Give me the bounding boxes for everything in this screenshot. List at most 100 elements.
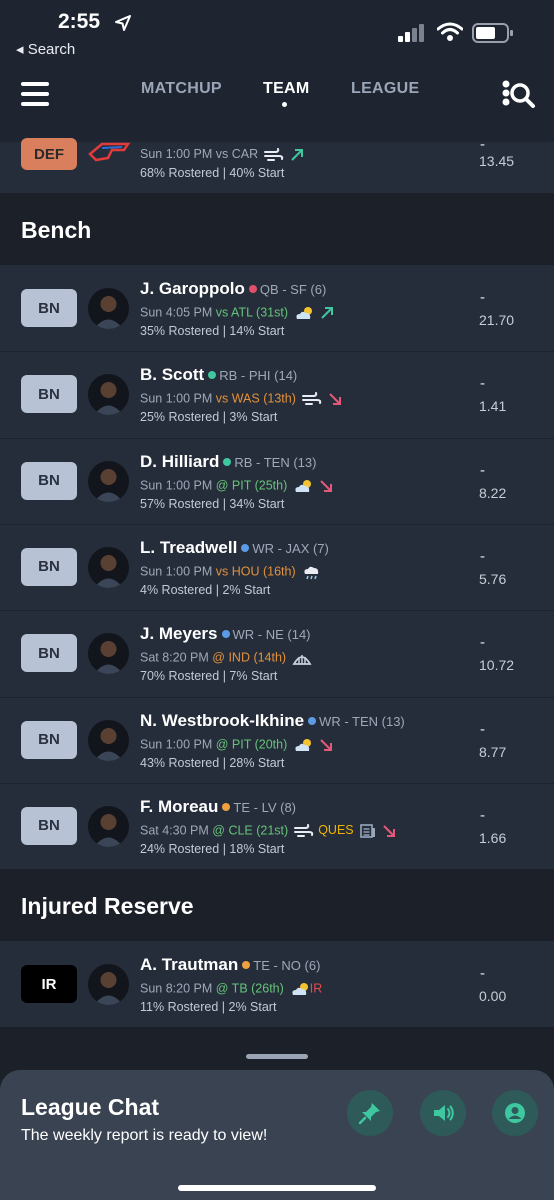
- slot-badge[interactable]: BN: [21, 806, 77, 845]
- profile-button[interactable]: [492, 1090, 538, 1136]
- tab-matchup[interactable]: MATCHUP: [141, 80, 222, 98]
- menu-icon[interactable]: [21, 82, 49, 106]
- row-divider: [0, 437, 554, 439]
- game-time: Sun 8:20 PM: [140, 981, 213, 996]
- position-team: TE - LV (8): [233, 799, 297, 815]
- player-score: 13.45: [479, 153, 515, 169]
- section-title-injured-reserve: Injured Reserve: [21, 893, 194, 919]
- player-name-text: B. Scott: [140, 365, 205, 385]
- league-chat-panel[interactable]: League Chat The weekly report is ready t…: [0, 1070, 554, 1200]
- player-search-icon[interactable]: [500, 78, 536, 114]
- player-avatar[interactable]: [88, 546, 129, 588]
- slot-badge[interactable]: IR: [21, 965, 77, 1003]
- player-row[interactable]: BN F. Moreau TE - LV (8) Sat 4:30 PM @ CLE …: [0, 782, 554, 869]
- roster-stats: 70% Rostered | 7% Start: [140, 669, 278, 684]
- roster-stats: 11% Rostered | 2% Start: [140, 1000, 277, 1014]
- rostered-pct: 57% Rostered: [140, 496, 220, 511]
- game-info: Sun 8:20 PM @ TB (26th) IR: [140, 981, 322, 997]
- projection-dash: -: [480, 806, 485, 824]
- opponent-rank: @ CLE (21st): [212, 823, 289, 838]
- player-avatar[interactable]: [88, 288, 129, 329]
- wind-icon: [301, 392, 322, 406]
- slot-badge[interactable]: BN: [21, 547, 77, 586]
- rostered-pct: 43% Rostered: [140, 755, 220, 770]
- status-bar: 2:55 ◂ Search: [0, 0, 554, 68]
- player-avatar[interactable]: [88, 719, 129, 761]
- player-row[interactable]: BN L. Treadwell WR - JAX (7) Sun 1:00 PM vs…: [0, 523, 554, 610]
- player-avatar[interactable]: [88, 964, 129, 1005]
- player-row[interactable]: BN N. Westbrook-Ikhine WR - TEN (13) Sun 1:…: [0, 696, 554, 783]
- chat-drag-handle[interactable]: [246, 1054, 308, 1059]
- projection-dash: -: [480, 461, 485, 479]
- player-score: 8.22: [479, 484, 507, 501]
- player-name[interactable]: D. Hilliard RB - TEN (13): [140, 452, 316, 472]
- slot-badge[interactable]: BN: [21, 634, 77, 673]
- player-name[interactable]: J. Garoppolo QB - SF (6): [140, 279, 326, 299]
- start-pct: 7% Start: [229, 669, 278, 684]
- player-name[interactable]: N. Westbrook-Ikhine WR - TEN (13): [140, 711, 405, 731]
- top-nav: MATCHUP TEAM LEAGUE: [0, 68, 554, 142]
- player-avatar[interactable]: [88, 633, 129, 675]
- tab-team[interactable]: TEAM: [263, 80, 310, 98]
- player-name[interactable]: L. Treadwell WR - JAX (7): [140, 538, 329, 558]
- dome-stadium-icon: [292, 655, 312, 666]
- position-dot: [208, 371, 217, 380]
- back-to-search-link[interactable]: ◂ Search: [16, 40, 75, 58]
- slot-badge-def[interactable]: DEF: [21, 138, 77, 170]
- game-time: Sun 1:00 PM: [140, 391, 213, 406]
- game-time: Sat 4:30 PM: [140, 823, 209, 838]
- opponent-rank: vs HOU (16th): [215, 564, 296, 579]
- trend-down-icon: [320, 479, 333, 492]
- row-divider: [0, 523, 554, 525]
- player-row[interactable]: BN J. Garoppolo QB - SF (6) Sun 4:05 PM vs …: [0, 265, 554, 351]
- game-info: Sun 1:00 PM @ PIT (20th): [140, 737, 333, 753]
- pin-button[interactable]: [347, 1090, 393, 1136]
- player-name-text: F. Moreau: [140, 796, 219, 816]
- game-time: Sun 1:00 PM: [140, 736, 213, 751]
- rostered-pct: 11% Rostered: [140, 1000, 219, 1014]
- trend-up-icon: [291, 148, 304, 161]
- position-dot: [308, 716, 317, 725]
- player-row[interactable]: BN D. Hilliard RB - TEN (13) Sun 1:00 PM @ …: [0, 437, 554, 524]
- player-score: 5.76: [479, 570, 507, 587]
- def-row[interactable]: DEF Sun 1:00 PM vs CAR 68% Rostered | 40…: [0, 136, 554, 193]
- player-name[interactable]: J. Meyers WR - NE (14): [140, 624, 311, 644]
- rostered-pct: 70% Rostered: [140, 669, 220, 684]
- roster-stats: 24% Rostered | 18% Start: [140, 841, 285, 856]
- game-time: Sun 4:05 PM: [140, 305, 213, 320]
- player-row[interactable]: IR A. Trautman TE - NO (6) Sun 8:20 PM @ TB…: [0, 941, 554, 1027]
- player-name-text: L. Treadwell: [140, 537, 238, 557]
- slot-badge[interactable]: BN: [21, 461, 77, 500]
- position-dot: [222, 802, 231, 811]
- roster-stats: 4% Rostered | 2% Start: [140, 582, 271, 597]
- partly-cloudy-icon: [295, 738, 312, 751]
- projection-dash: -: [480, 965, 485, 982]
- trend-down-icon: [329, 393, 341, 406]
- player-name[interactable]: A. Trautman TE - NO (6): [140, 955, 320, 975]
- bench-header: Bench: [0, 193, 554, 265]
- ir-list: IR A. Trautman TE - NO (6) Sun 8:20 PM @ TB…: [0, 941, 554, 1027]
- player-row[interactable]: BN J. Meyers WR - NE (14) Sat 8:20 PM @ IND…: [0, 610, 554, 696]
- position-team: WR - JAX (7): [252, 540, 329, 556]
- position-dot: [248, 285, 257, 294]
- player-avatar[interactable]: [88, 374, 129, 416]
- slot-badge[interactable]: BN: [21, 375, 77, 414]
- position-dot: [242, 961, 251, 970]
- partly-cloudy-icon: [296, 307, 312, 319]
- player-avatar[interactable]: [88, 805, 129, 847]
- start-pct: 14% Start: [229, 324, 285, 338]
- projection-dash: -: [480, 634, 485, 652]
- player-name[interactable]: F. Moreau TE - LV (8): [140, 797, 296, 817]
- game-info: Sat 4:30 PM @ CLE (21st) QUES: [140, 823, 396, 839]
- tab-league[interactable]: LEAGUE: [351, 80, 419, 98]
- game-time: Sun 1:00 PM: [140, 564, 213, 579]
- slot-badge[interactable]: BN: [21, 289, 77, 327]
- row-divider: [0, 782, 554, 784]
- section-title-bench: Bench: [21, 217, 92, 243]
- player-row[interactable]: BN B. Scott RB - PHI (14) Sun 1:00 PM vs WA…: [0, 351, 554, 437]
- slot-badge[interactable]: BN: [21, 720, 77, 759]
- player-name-text: J. Meyers: [140, 624, 218, 644]
- player-avatar[interactable]: [88, 460, 129, 502]
- announcement-button[interactable]: [420, 1090, 466, 1136]
- player-name[interactable]: B. Scott RB - PHI (14): [140, 365, 297, 385]
